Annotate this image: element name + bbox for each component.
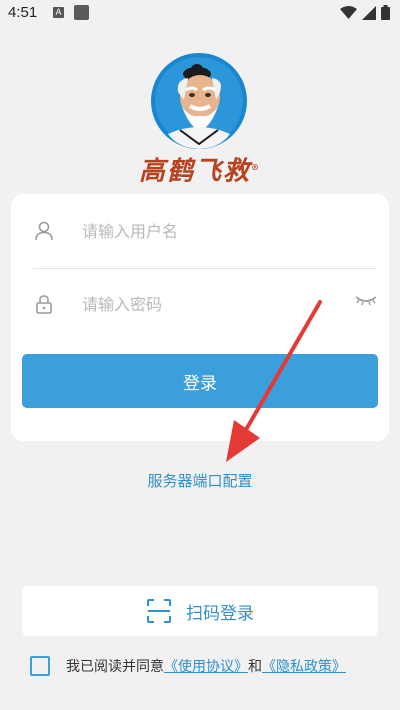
username-row xyxy=(33,194,377,269)
agreement-row: 我已阅读并同意 《使用协议》 和 《隐私政策》 xyxy=(30,655,390,677)
agreement-prefix: 我已阅读并同意 xyxy=(66,659,164,675)
app-logo xyxy=(150,52,248,150)
status-bar: 4:51 A xyxy=(0,0,400,26)
privacy-link[interactable]: 《隐私政策》 xyxy=(262,656,346,676)
notification-a-icon: A xyxy=(53,7,64,18)
registered-mark: ® xyxy=(251,162,261,172)
scan-login-button[interactable]: 扫码登录 xyxy=(22,586,378,636)
username-input[interactable] xyxy=(80,220,324,242)
brand-name-text: 高鹤飞救 xyxy=(138,156,251,187)
wifi-icon xyxy=(340,5,357,19)
agreement-checkbox[interactable] xyxy=(30,656,50,676)
scan-login-label: 扫码登录 xyxy=(186,603,254,624)
notification-square-icon xyxy=(74,5,89,20)
battery-icon xyxy=(381,5,390,20)
terms-link[interactable]: 《使用协议》 xyxy=(164,656,248,676)
status-icons xyxy=(340,5,390,20)
brand-name: 高鹤飞救® xyxy=(130,150,270,187)
status-time: 4:51 xyxy=(8,4,38,21)
annotation-arrow-icon xyxy=(226,300,322,462)
agreement-conjunction: 和 xyxy=(248,659,262,675)
server-config-link[interactable]: 服务器端口配置 xyxy=(0,470,400,491)
login-card: 登录 xyxy=(11,194,389,441)
eye-closed-icon[interactable] xyxy=(355,292,377,311)
lock-icon xyxy=(33,293,55,315)
user-icon xyxy=(33,220,55,242)
scan-icon xyxy=(147,599,171,623)
signal-icon xyxy=(362,5,376,20)
